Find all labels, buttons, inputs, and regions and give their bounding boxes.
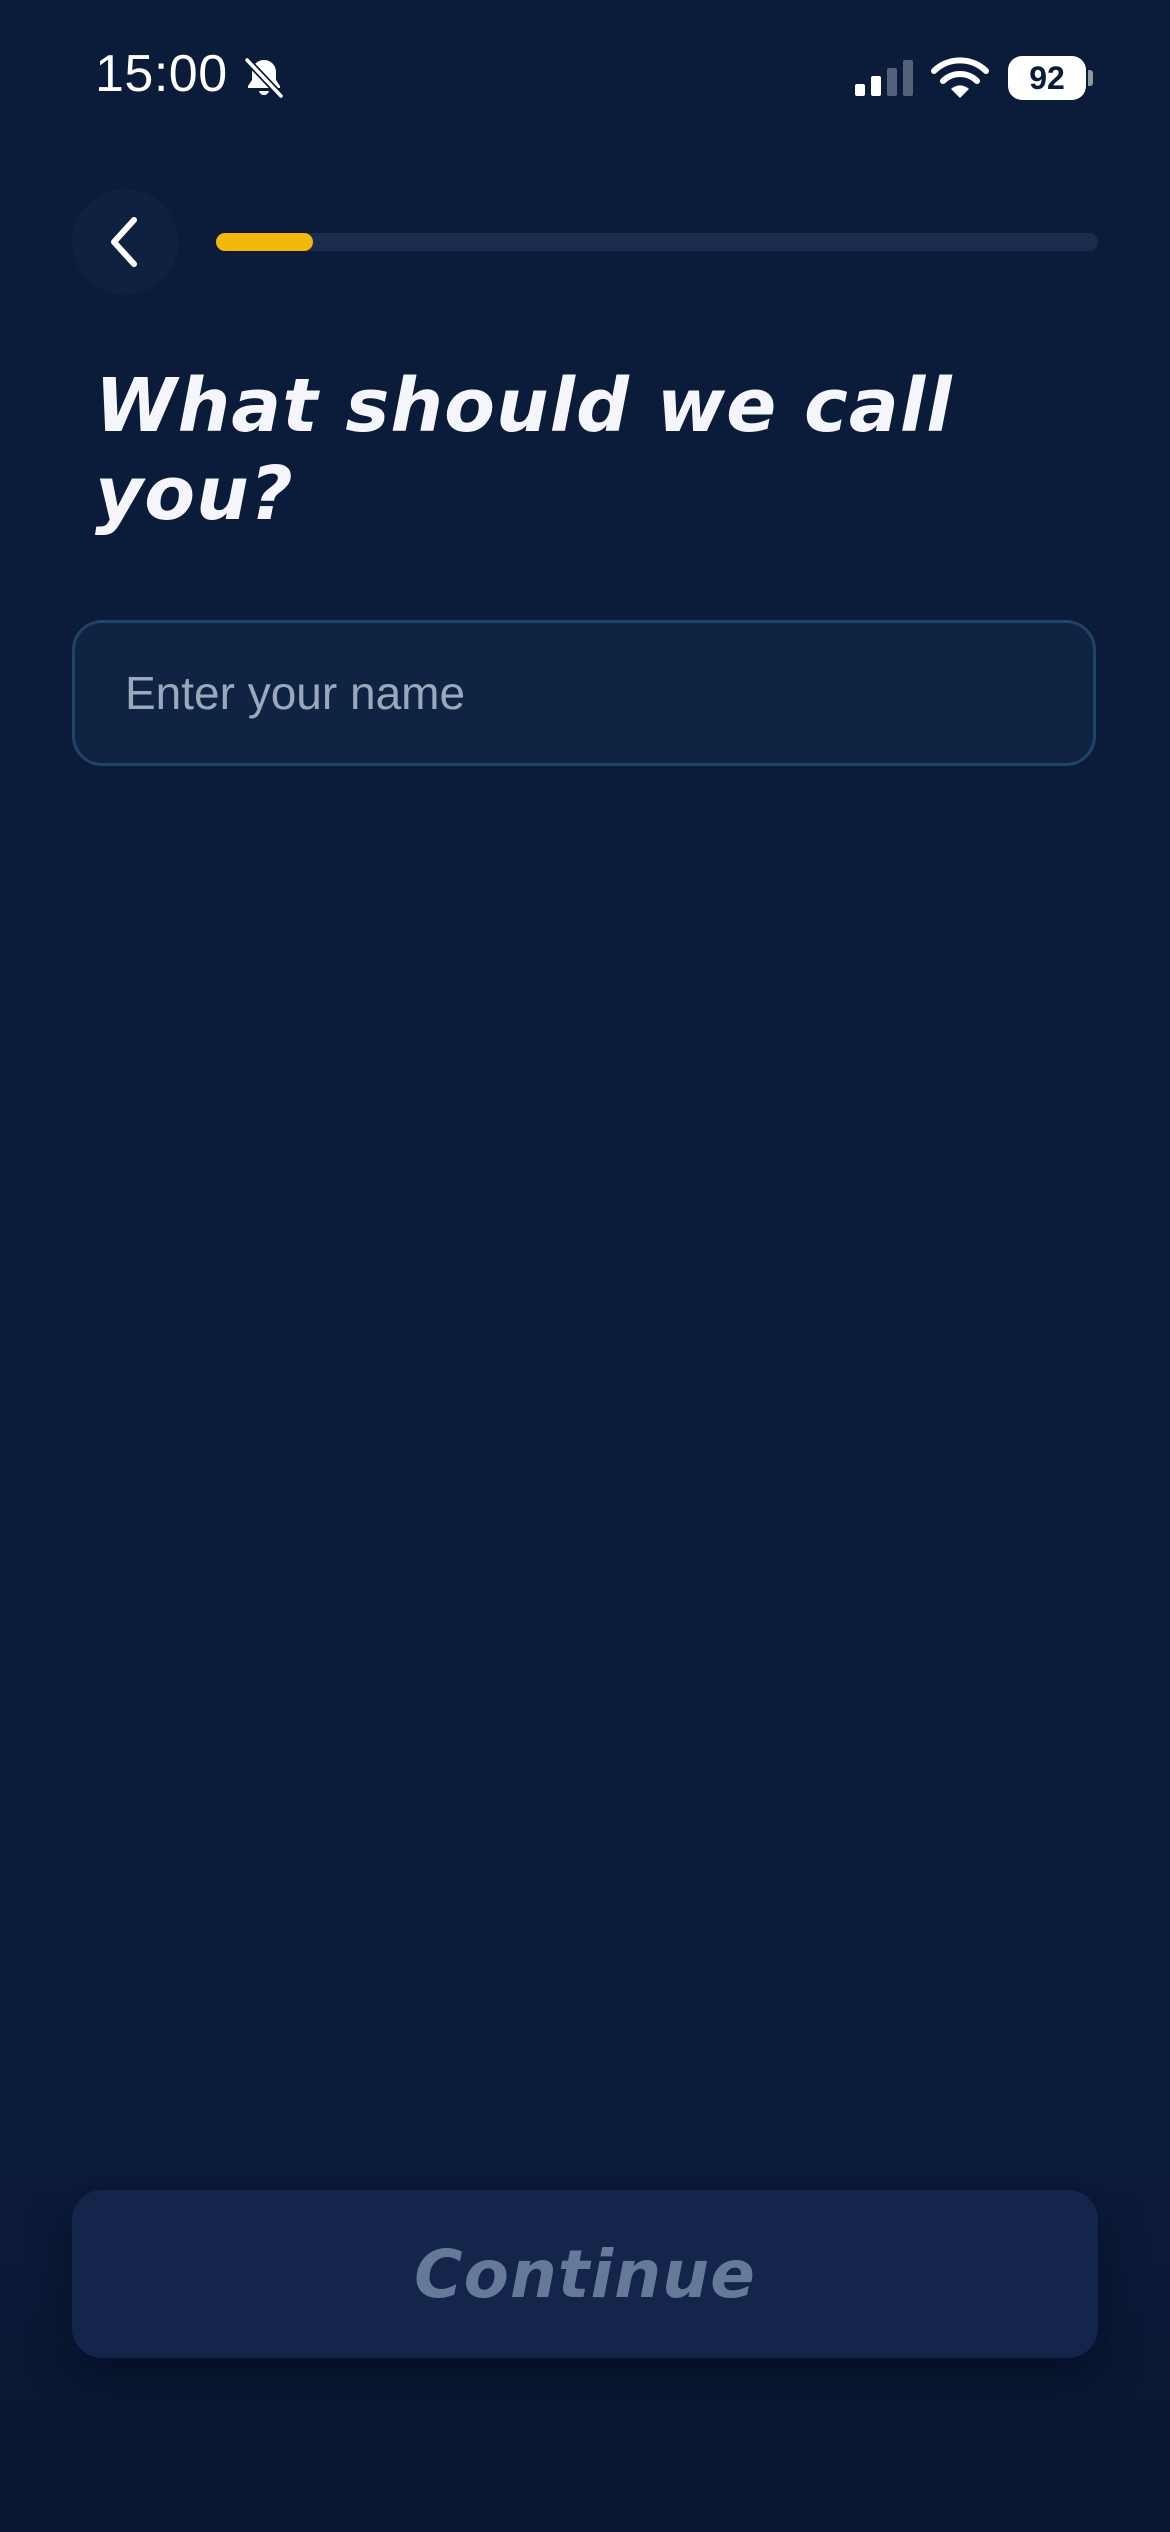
bell-slash-icon bbox=[243, 56, 285, 100]
wifi-icon bbox=[931, 57, 989, 98]
chevron-left-icon bbox=[111, 217, 137, 267]
battery-icon: 92 bbox=[1008, 56, 1093, 100]
progress-bar bbox=[216, 233, 1098, 251]
continue-button[interactable]: Continue bbox=[72, 2190, 1098, 2358]
back-button[interactable] bbox=[72, 189, 178, 295]
onboarding-screen: 15:00 92 What should we call you? Cont bbox=[0, 0, 1170, 2532]
name-input[interactable] bbox=[72, 620, 1096, 766]
status-time: 15:00 bbox=[95, 45, 228, 103]
battery-percent: 92 bbox=[1029, 59, 1065, 96]
page-title: What should we call you? bbox=[95, 363, 953, 537]
cellular-signal-icon bbox=[855, 60, 913, 96]
battery-terminal bbox=[1088, 70, 1093, 86]
battery-level: 92 bbox=[1008, 56, 1086, 100]
progress-fill bbox=[216, 233, 314, 251]
